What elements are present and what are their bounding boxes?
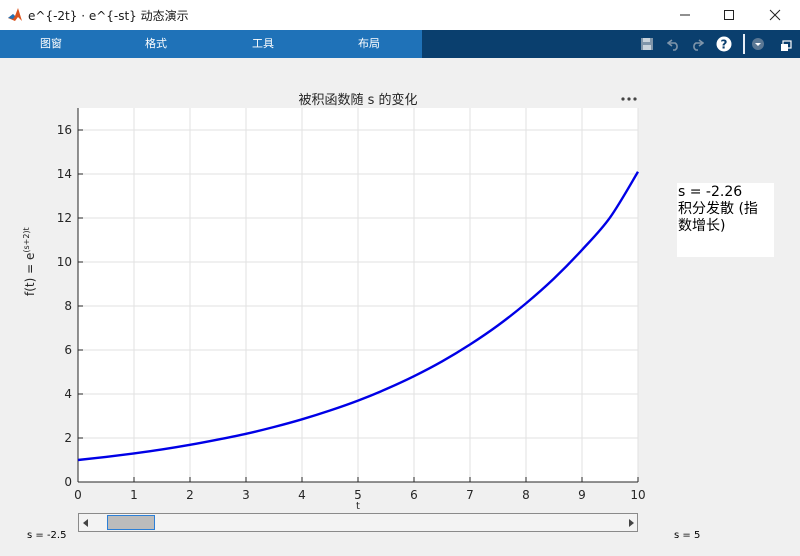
x-tick-label: 1 bbox=[130, 488, 138, 502]
slider-max-label: s = 5 bbox=[674, 530, 701, 541]
annotation-s-value: s = -2.26 bbox=[678, 184, 743, 200]
slider-left-button[interactable] bbox=[79, 514, 92, 531]
y-tick-label: 0 bbox=[64, 475, 72, 489]
y-tick-label: 2 bbox=[64, 431, 72, 445]
y-axis-label: f(t) = e(s+2)t bbox=[22, 227, 37, 296]
x-tick-label: 5 bbox=[354, 488, 362, 502]
y-tick-label: 6 bbox=[64, 343, 72, 357]
x-tick-label: 4 bbox=[298, 488, 306, 502]
x-tick-label: 2 bbox=[186, 488, 194, 502]
y-tick-label: 12 bbox=[57, 211, 72, 225]
x-tick-label: 10 bbox=[630, 488, 645, 502]
x-tick-label: 7 bbox=[466, 488, 474, 502]
slider-min-label: s = -2.5 bbox=[27, 530, 67, 541]
y-tick-label: 16 bbox=[57, 123, 72, 137]
annotation-message-line2: 数增长) bbox=[678, 218, 726, 234]
slider-thumb[interactable] bbox=[107, 515, 156, 530]
y-tick-label: 14 bbox=[57, 167, 72, 181]
x-tick-label: 9 bbox=[578, 488, 586, 502]
status-annotation: s = -2.26 积分发散 (指 数增长) bbox=[677, 183, 774, 257]
slider-right-button[interactable] bbox=[624, 514, 637, 531]
x-tick-label: 3 bbox=[242, 488, 250, 502]
y-tick-label: 10 bbox=[57, 255, 72, 269]
plot-axes[interactable]: 0 1 2 3 4 5 6 7 8 9 100246810121416 bbox=[0, 0, 800, 556]
s-slider[interactable] bbox=[78, 513, 638, 532]
y-tick-label: 8 bbox=[64, 299, 72, 313]
x-tick-label: 0 bbox=[74, 488, 82, 502]
x-tick-label: 8 bbox=[522, 488, 530, 502]
annotation-message-line1: 积分发散 (指 bbox=[678, 201, 758, 217]
x-axis-label: t bbox=[356, 502, 360, 512]
y-tick-label: 4 bbox=[64, 387, 72, 401]
x-tick-label: 6 bbox=[410, 488, 418, 502]
